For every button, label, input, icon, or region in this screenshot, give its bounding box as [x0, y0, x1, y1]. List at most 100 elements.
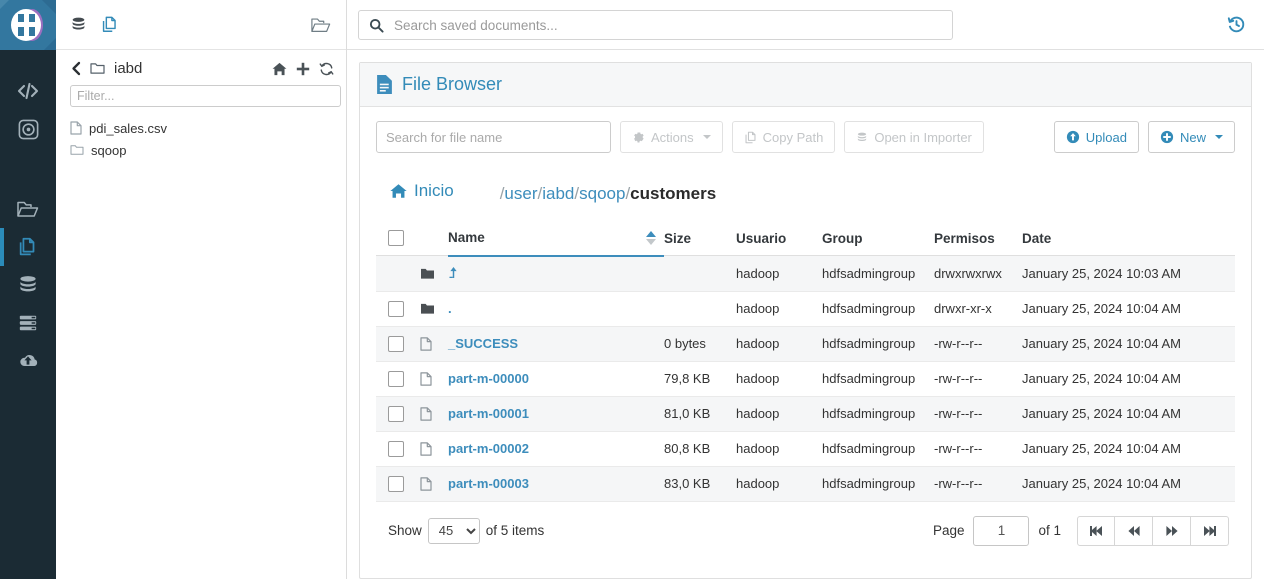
row-user-cell: hadoop [736, 466, 822, 502]
row-name-cell[interactable]: _SUCCESS [448, 326, 664, 362]
row-name-cell[interactable] [448, 255, 664, 292]
column-label-group: Group [822, 230, 863, 246]
row-checkbox[interactable] [388, 405, 404, 422]
actions-button[interactable]: Actions [620, 121, 723, 153]
row-size-cell: 81,0 KB [664, 396, 736, 432]
row-checkbox[interactable] [388, 475, 404, 492]
row-group-cell: hdfsadmingroup [822, 396, 934, 432]
column-header-name[interactable]: Name [448, 224, 664, 257]
row-select-cell [376, 255, 420, 292]
assist-folder-open-icon[interactable] [310, 15, 332, 35]
table-row[interactable]: _SUCCESS 0 bytes hadoop hdfsadmingroup -… [376, 326, 1235, 362]
row-name-cell[interactable]: part-m-00000 [448, 361, 664, 397]
chevron-left-icon[interactable] [70, 61, 83, 76]
plus-icon[interactable] [296, 62, 310, 76]
row-checkbox[interactable] [388, 440, 404, 457]
home-icon[interactable] [272, 62, 287, 76]
global-search-box[interactable] [358, 10, 953, 40]
refresh-icon[interactable] [319, 62, 334, 76]
rail-item-jobs[interactable] [0, 304, 56, 342]
file-table-header-row: Name Size Usuario Group Permisos Date [376, 224, 1235, 257]
last-page-button[interactable] [1191, 515, 1229, 546]
database-icon [856, 131, 868, 144]
upload-circle-icon [1066, 130, 1080, 144]
file-table: Name Size Usuario Group Permisos Date ha… [376, 224, 1235, 502]
page-number-input[interactable] [973, 515, 1030, 546]
upload-button[interactable]: Upload [1053, 121, 1139, 153]
global-search-input[interactable] [392, 16, 942, 34]
row-date-cell: January 25, 2024 10:04 AM [1022, 291, 1235, 327]
next-page-button[interactable] [1153, 515, 1191, 546]
row-select-cell [376, 431, 420, 467]
history-icon[interactable] [1227, 15, 1246, 34]
assist-filter-input[interactable] [70, 85, 341, 107]
assist-filter-wrap [56, 83, 346, 107]
logo-corner-tl [0, 0, 9, 9]
assist-entry-folder[interactable]: sqoop [70, 139, 346, 161]
table-row[interactable]: part-m-00003 83,0 KB hadoop hdfsadmingro… [376, 466, 1235, 502]
pagination-bar: Show 45 100 200 of 5 items Page of 1 [376, 502, 1235, 546]
copy-icon [744, 131, 757, 144]
column-header-size[interactable]: Size [664, 224, 736, 256]
rail-item-dashboard[interactable] [0, 110, 56, 148]
breadcrumb-segment-sqoop[interactable]: sqoop [579, 184, 625, 203]
rail-item-databases[interactable] [0, 266, 56, 304]
assist-entry-file[interactable]: pdi_sales.csv [70, 117, 346, 139]
table-row[interactable]: . hadoop hdfsadmingroup drwxr-xr-x Janua… [376, 291, 1235, 327]
breadcrumb-current: customers [630, 184, 717, 203]
row-name-label[interactable]: part-m-00000 [448, 371, 529, 386]
file-search-input[interactable] [376, 121, 611, 153]
rail-item-editor[interactable] [0, 72, 56, 110]
column-header-permisos[interactable]: Permisos [934, 224, 1022, 256]
assist-tab-documents[interactable] [100, 15, 119, 34]
rail-item-documents[interactable] [0, 228, 56, 266]
row-name-label[interactable]: part-m-00003 [448, 476, 529, 491]
row-permissions-cell: -rw-r--r-- [934, 466, 1022, 502]
breadcrumb-segment-user[interactable]: user [504, 184, 537, 203]
app-root: iabd pdi_sales.csv [0, 0, 1264, 579]
row-name-cell[interactable]: part-m-00003 [448, 466, 664, 502]
row-name-cell[interactable]: part-m-00001 [448, 396, 664, 432]
row-checkbox[interactable] [388, 335, 404, 352]
assist-tab-database[interactable] [70, 16, 87, 33]
file-table-head: Name Size Usuario Group Permisos Date [376, 224, 1235, 257]
breadcrumb-path: /user/iabd/sqoop/customers [500, 184, 716, 204]
first-page-button[interactable] [1077, 515, 1115, 546]
row-checkbox[interactable] [388, 370, 404, 387]
select-all-checkbox[interactable] [388, 230, 404, 246]
sort-indicator-name[interactable] [646, 230, 656, 245]
page-size-select[interactable]: 45 100 200 [427, 517, 480, 544]
breadcrumb-segment-iabd[interactable]: iabd [542, 184, 574, 203]
row-name-label[interactable]: . [448, 301, 452, 316]
copy-path-button[interactable]: Copy Path [731, 121, 836, 153]
main-area: File Browser Actions [347, 0, 1264, 579]
table-row[interactable]: part-m-00001 81,0 KB hadoop hdfsadmingro… [376, 396, 1235, 432]
column-header-usuario[interactable]: Usuario [736, 224, 822, 256]
logo-corner-br [44, 38, 56, 50]
table-row[interactable]: part-m-00000 79,8 KB hadoop hdfsadmingro… [376, 361, 1235, 397]
open-in-importer-button[interactable]: Open in Importer [844, 121, 984, 153]
hue-mark-icon [11, 8, 45, 42]
table-row[interactable]: hadoop hdfsadmingroup drwxrwxrwx January… [376, 255, 1235, 292]
rail-item-browsers[interactable] [0, 190, 56, 228]
row-checkbox[interactable] [388, 300, 404, 317]
row-select-cell [376, 396, 420, 432]
column-header-group[interactable]: Group [822, 224, 934, 256]
rail-item-importer[interactable] [0, 342, 56, 380]
prev-page-button[interactable] [1115, 515, 1153, 546]
sort-asc-icon [646, 230, 656, 237]
breadcrumb-home[interactable]: Inicio [390, 181, 454, 201]
hue-logo[interactable] [0, 0, 56, 50]
row-name-label[interactable]: part-m-00001 [448, 406, 529, 421]
row-icon-cell [420, 326, 448, 362]
row-name-label[interactable]: _SUCCESS [448, 336, 518, 351]
row-name-cell[interactable]: part-m-00002 [448, 431, 664, 467]
row-name-label[interactable]: part-m-00002 [448, 441, 529, 456]
column-header-date[interactable]: Date [1022, 224, 1235, 256]
row-size-cell: 0 bytes [664, 326, 736, 362]
table-row[interactable]: part-m-00002 80,8 KB hadoop hdfsadmingro… [376, 431, 1235, 467]
icon-header [420, 224, 448, 256]
row-name-cell[interactable]: . [448, 291, 664, 327]
level-up-icon[interactable] [448, 266, 459, 279]
new-button[interactable]: New [1147, 121, 1235, 153]
